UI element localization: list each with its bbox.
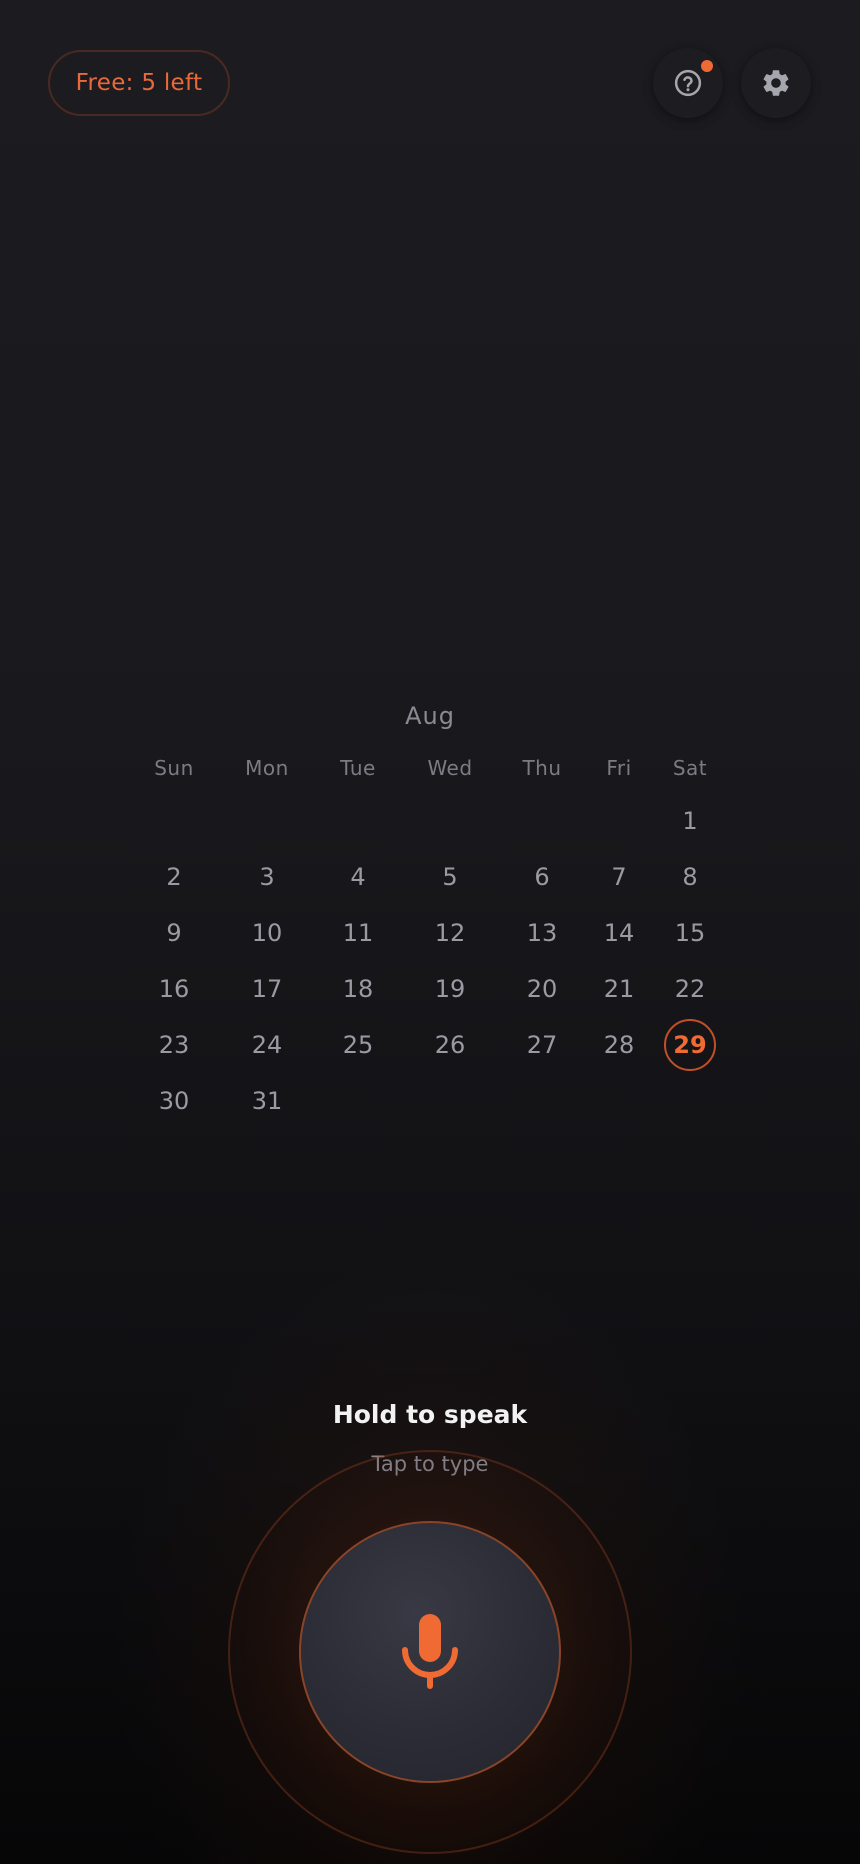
calendar-day[interactable]: 5 <box>410 857 490 897</box>
weekday-tue: Tue <box>340 756 376 780</box>
calendar-day-today[interactable]: 29 <box>664 1019 716 1071</box>
help-button[interactable] <box>653 48 723 118</box>
top-bar: Free: 5 left <box>0 0 860 170</box>
calendar-day[interactable]: 20 <box>502 969 582 1009</box>
calendar-day[interactable]: 25 <box>318 1025 398 1065</box>
calendar-day[interactable]: 12 <box>410 913 490 953</box>
calendar-day[interactable]: 28 <box>579 1025 659 1065</box>
weekday-fri: Fri <box>606 756 632 780</box>
calendar-month: Aug <box>405 702 455 730</box>
weekday-sun: Sun <box>154 756 194 780</box>
calendar-day[interactable]: 6 <box>502 857 582 897</box>
calendar-day[interactable]: 23 <box>134 1025 214 1065</box>
calendar-day[interactable]: 13 <box>502 913 582 953</box>
calendar-day[interactable]: 2 <box>134 857 214 897</box>
calendar-day[interactable]: 19 <box>410 969 490 1009</box>
calendar-day[interactable]: 11 <box>318 913 398 953</box>
calendar-day[interactable]: 30 <box>134 1081 214 1121</box>
calendar-day[interactable]: 24 <box>227 1025 307 1065</box>
calendar-day[interactable]: 22 <box>650 969 730 1009</box>
calendar-day[interactable]: 27 <box>502 1025 582 1065</box>
calendar-day[interactable]: 8 <box>650 857 730 897</box>
calendar-day[interactable]: 7 <box>579 857 659 897</box>
weekday-wed: Wed <box>427 756 473 780</box>
calendar-day[interactable]: 3 <box>227 857 307 897</box>
settings-button[interactable] <box>741 48 811 118</box>
calendar-day[interactable]: 17 <box>227 969 307 1009</box>
mic-button[interactable] <box>299 1521 561 1783</box>
help-circle-icon <box>674 69 702 97</box>
free-credits-badge[interactable]: Free: 5 left <box>48 50 230 116</box>
weekday-thu: Thu <box>522 756 562 780</box>
microphone-icon <box>402 1614 458 1689</box>
calendar-day[interactable]: 21 <box>579 969 659 1009</box>
calendar-day[interactable]: 10 <box>227 913 307 953</box>
calendar-day[interactable]: 14 <box>579 913 659 953</box>
free-credits-label: Free: 5 left <box>75 70 203 96</box>
notification-dot <box>701 60 713 72</box>
weekday-sat: Sat <box>672 756 708 780</box>
calendar-day[interactable]: 18 <box>318 969 398 1009</box>
calendar-day[interactable]: 16 <box>134 969 214 1009</box>
calendar-day[interactable]: 4 <box>318 857 398 897</box>
calendar-day[interactable]: 1 <box>650 801 730 841</box>
calendar-day[interactable]: 31 <box>227 1081 307 1121</box>
weekday-mon: Mon <box>245 756 289 780</box>
calendar-day[interactable]: 9 <box>134 913 214 953</box>
calendar-day[interactable]: 26 <box>410 1025 490 1065</box>
hold-to-speak-label: Hold to speak <box>332 1400 528 1429</box>
gear-icon <box>763 70 789 96</box>
calendar-day[interactable]: 15 <box>650 913 730 953</box>
